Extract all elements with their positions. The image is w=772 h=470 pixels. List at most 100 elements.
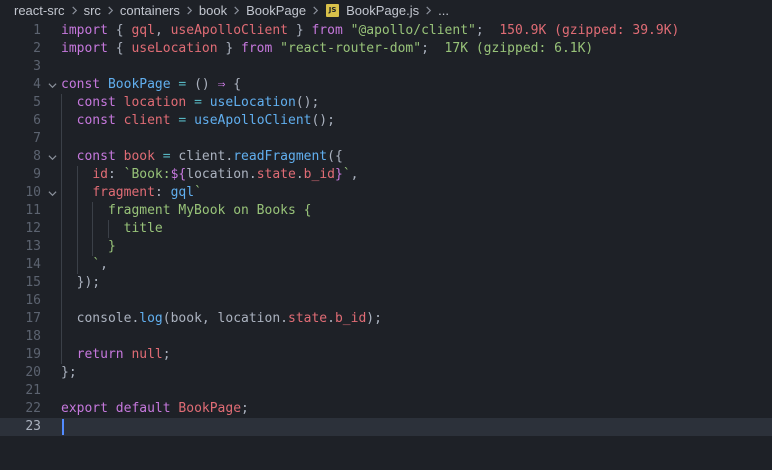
breadcrumb-item-react-src[interactable]: react-src	[14, 3, 65, 18]
code-content: return null;	[61, 346, 772, 364]
code-line[interactable]: 13 }	[0, 238, 772, 256]
code-content: const client = useApolloClient();	[61, 112, 772, 130]
code-token: ,	[350, 167, 359, 182]
chevron-right-icon	[422, 5, 435, 15]
fold-gutter	[41, 310, 61, 328]
code-line[interactable]: 5 const location = useLocation();	[0, 94, 772, 112]
code-line[interactable]: 19 return null;	[0, 346, 772, 364]
code-token: ;	[241, 401, 249, 416]
line-number: 11	[25, 203, 41, 218]
code-content	[61, 382, 772, 400]
breadcrumb-item-src[interactable]: src	[84, 3, 101, 18]
code-token: location	[123, 95, 187, 110]
code-line[interactable]: 7	[0, 130, 772, 148]
indent-guide	[61, 130, 62, 148]
fold-gutter	[41, 22, 61, 40]
breadcrumb-item-bookpage[interactable]: BookPage	[246, 3, 306, 18]
code-content: }	[61, 238, 772, 256]
code-token: {	[107, 41, 132, 56]
code-token: location.	[186, 167, 257, 182]
indent-guide	[61, 292, 62, 310]
code-content: id: `Book:${location.state.b_id}`,	[61, 166, 772, 184]
indent-guide	[61, 202, 62, 220]
code-line[interactable]: 8 const book = client.readFragment({	[0, 148, 772, 166]
breadcrumb: react-src src containers book BookPage J…	[0, 0, 772, 20]
code-line[interactable]: 16	[0, 292, 772, 310]
chevron-right-icon	[309, 5, 322, 15]
line-number: 23	[25, 419, 41, 434]
fold-gutter	[41, 328, 61, 346]
breadcrumb-symbols[interactable]: ...	[438, 3, 449, 18]
code-token: ();	[295, 95, 320, 110]
fold-gutter	[41, 94, 61, 112]
breadcrumb-file[interactable]: BookPage.js	[346, 3, 419, 18]
indent-guide	[61, 94, 62, 112]
breadcrumb-item-containers[interactable]: containers	[120, 3, 180, 18]
code-content: import { useLocation } from "react-route…	[61, 40, 772, 58]
fold-chevron-icon[interactable]	[41, 76, 61, 94]
code-line[interactable]: 1 import { gql, useApolloClient } from "@…	[0, 22, 772, 40]
chevron-right-icon	[230, 5, 243, 15]
code-token: const	[76, 113, 116, 128]
line-number: 13	[25, 239, 41, 254]
code-token: const	[76, 149, 116, 164]
code-line[interactable]: 20};	[0, 364, 772, 382]
code-content: `,	[61, 256, 772, 274]
fold-gutter	[41, 346, 61, 364]
code-content: fragment MyBook on Books {	[61, 202, 772, 220]
code-token: fragment	[92, 185, 155, 200]
indent-guide	[107, 220, 109, 238]
code-line[interactable]: 2 import { useLocation } from "react-rout…	[0, 40, 772, 58]
indent-guide	[76, 166, 78, 184]
code-line[interactable]: 9 id: `Book:${location.state.b_id}`,	[0, 166, 772, 184]
fold-gutter	[41, 364, 61, 382]
indent-guide	[76, 220, 78, 238]
code-line[interactable]: 12 title	[0, 220, 772, 238]
fold-gutter	[41, 400, 61, 418]
fold-gutter	[41, 166, 61, 184]
code-token: ;	[421, 41, 445, 56]
code-line[interactable]: 4 const BookPage = () ⇒ {	[0, 76, 772, 94]
code-line[interactable]: 18	[0, 328, 772, 346]
breadcrumb-item-book[interactable]: book	[199, 3, 227, 18]
line-number: 2	[33, 41, 41, 56]
fold-chevron-icon[interactable]	[41, 184, 61, 202]
line-number: 19	[25, 347, 41, 362]
code-token: const	[61, 77, 101, 92]
code-token: };	[61, 365, 77, 380]
code-editor[interactable]: 1 import { gql, useApolloClient } from "@…	[0, 22, 772, 436]
code-token: {	[107, 23, 132, 38]
chevron-right-icon	[104, 5, 117, 15]
code-line[interactable]: 14 `,	[0, 256, 772, 274]
line-number: 7	[33, 131, 41, 146]
code-line[interactable]: 22 export default BookPage;	[0, 400, 772, 418]
code-content: const BookPage = () ⇒ {	[61, 76, 772, 94]
code-token: ({	[327, 149, 343, 164]
code-line[interactable]: 15 });	[0, 274, 772, 292]
fold-gutter	[41, 292, 61, 310]
code-token: .	[327, 311, 335, 326]
code-token: gql	[131, 23, 155, 38]
code-token: `Book:	[123, 167, 171, 182]
code-line[interactable]: 3	[0, 58, 772, 76]
indent-guide	[92, 220, 94, 238]
line-number: 8	[33, 149, 41, 164]
code-line[interactable]: 23	[0, 418, 772, 436]
line-number: 18	[25, 329, 41, 344]
code-content: export default BookPage;	[61, 400, 772, 418]
indent-guide	[76, 256, 78, 274]
code-line[interactable]: 21	[0, 382, 772, 400]
code-token: }	[107, 239, 116, 254]
code-line[interactable]: 6 const client = useApolloClient();	[0, 112, 772, 130]
code-line[interactable]: 11 fragment MyBook on Books {	[0, 202, 772, 220]
code-line[interactable]: 10 fragment: gql`	[0, 184, 772, 202]
code-line[interactable]: 17 console.log(book, location.state.b_id…	[0, 310, 772, 328]
chevron-right-icon	[183, 5, 196, 15]
fold-chevron-icon[interactable]	[41, 148, 61, 166]
code-token: import	[61, 23, 108, 38]
fold-gutter	[41, 418, 61, 436]
